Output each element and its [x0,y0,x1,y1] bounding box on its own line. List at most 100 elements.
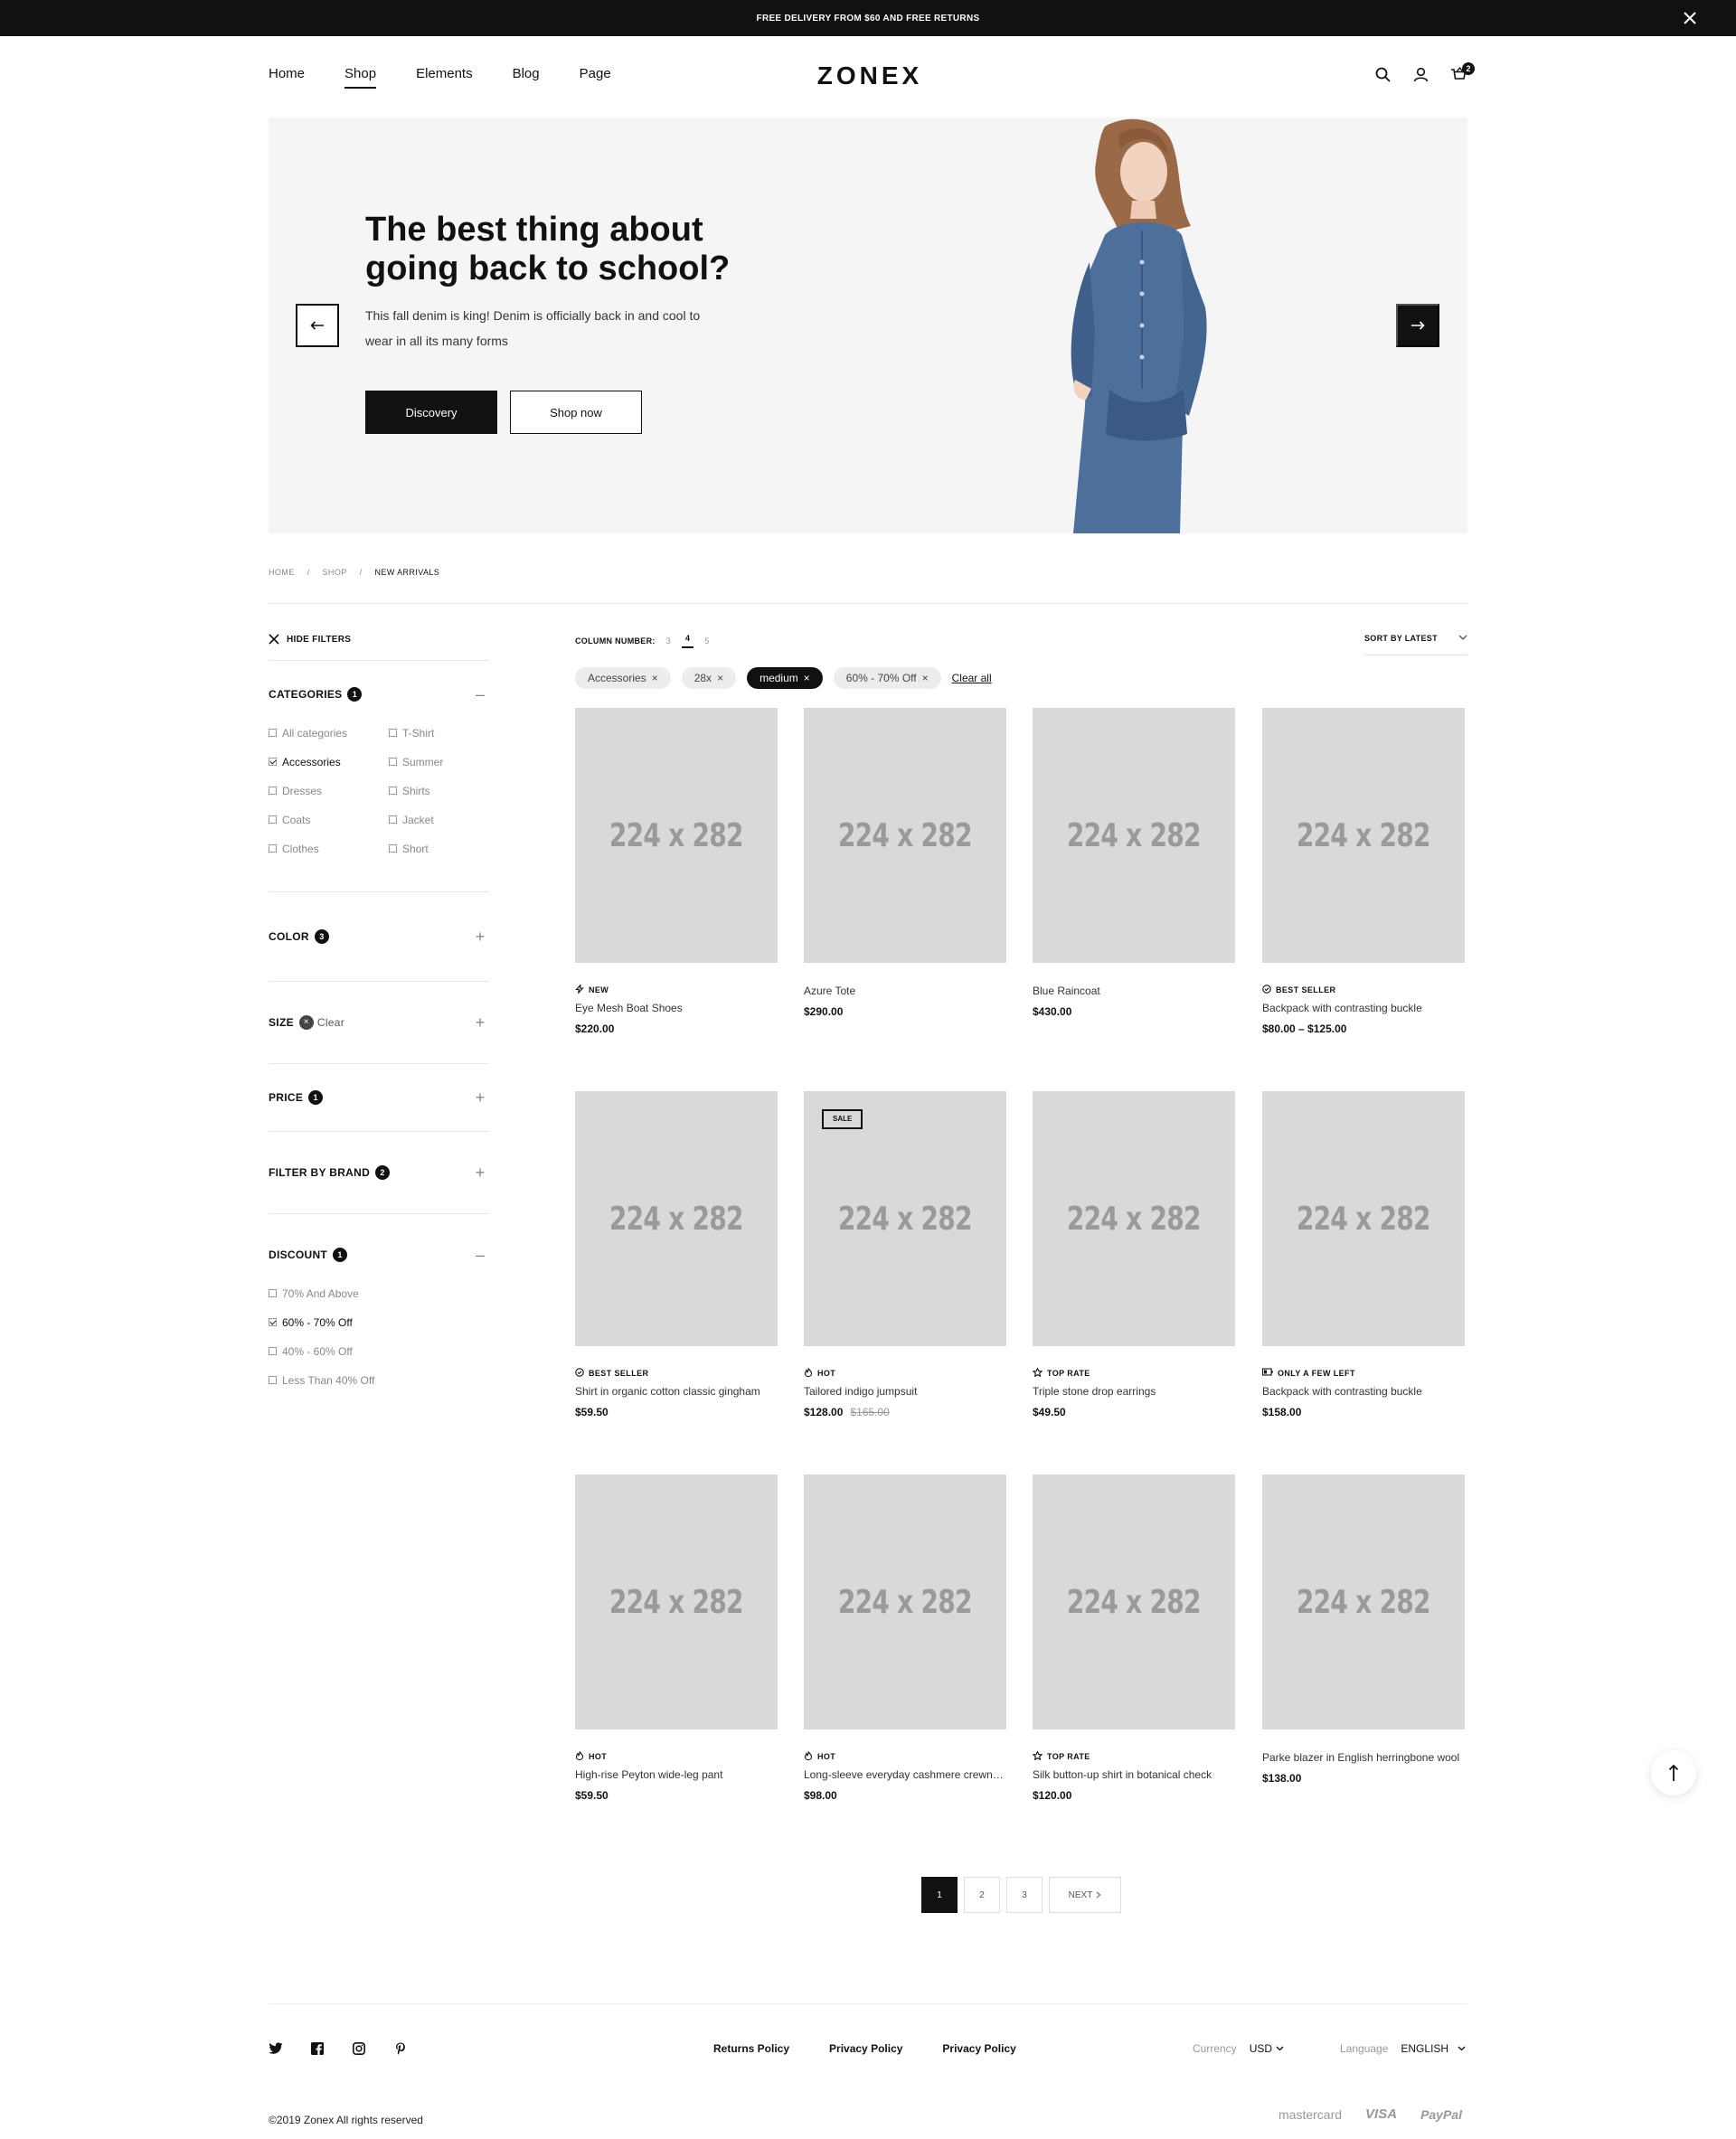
product-name[interactable]: Blue Raincoat [1033,985,1235,997]
product-image[interactable]: 224 x 282 [1262,1091,1465,1346]
product-name[interactable]: High-rise Peyton wide-leg pant [575,1768,778,1781]
column-option-5[interactable]: 5 [704,636,709,645]
category-checkbox[interactable]: Clothes [269,840,389,857]
back-to-top-button[interactable] [1651,1750,1696,1795]
footer-link-returns[interactable]: Returns Policy [713,2042,789,2055]
checkbox-icon[interactable] [389,758,397,766]
product-image[interactable]: 224 x 282 [575,708,778,963]
product-card[interactable]: 224 x 282 TOP RATE Triple stone drop earri… [1032,1091,1235,1418]
logo[interactable]: ZONEX [816,61,924,90]
close-icon[interactable]: × [922,672,929,684]
checkbox-icon[interactable] [269,729,277,737]
product-card[interactable]: 224 x 282 BEST SELLER Shirt in organic cot… [575,1091,778,1418]
user-icon[interactable] [1411,65,1429,83]
close-icon[interactable]: × [717,672,723,684]
discount-checkbox[interactable]: 70% And Above [269,1285,489,1302]
column-option-3[interactable]: 3 [666,636,671,645]
clear-all-link[interactable]: Clear all [952,672,992,684]
product-image[interactable]: 224 x 282 [1262,708,1465,963]
filter-chip[interactable]: 60% - 70% Off × [833,667,941,689]
checkbox-icon[interactable] [269,1347,277,1355]
checkbox-icon[interactable] [269,1289,277,1297]
product-image[interactable]: 224 x 282 [1033,708,1235,963]
product-name[interactable]: Tailored indigo jumpsuit [804,1385,1006,1398]
checkbox-icon[interactable] [389,815,397,824]
category-checkbox[interactable]: Dresses [269,782,389,799]
product-name[interactable]: Azure Tote [804,985,1006,997]
product-name[interactable]: Eye Mesh Boat Shoes [575,1002,778,1014]
nav-page[interactable]: Page [580,66,611,89]
checkbox-icon[interactable] [269,1318,277,1326]
size-clear-button[interactable]: × Clear [298,1015,344,1030]
discount-checkbox[interactable]: 60% - 70% Off [269,1314,489,1331]
collapse-icon[interactable]: – [471,1246,489,1265]
pinterest-icon[interactable] [393,2041,408,2056]
category-checkbox[interactable]: Short [389,840,488,857]
nav-shop[interactable]: Shop [344,66,377,89]
product-card[interactable]: 224 x 282 BEST SELLER Backpack with contra… [1262,708,1465,1035]
expand-icon[interactable]: + [471,1088,489,1107]
checkbox-icon[interactable] [389,844,397,853]
product-image[interactable]: 224 x 282 [804,708,1006,963]
category-checkbox[interactable]: Jacket [389,811,488,828]
collapse-icon[interactable]: – [471,685,489,704]
slider-prev-button[interactable] [296,304,339,347]
discovery-button[interactable]: Discovery [365,391,497,434]
filter-brand-header[interactable]: FILTER BY BRAND 2 + [269,1161,489,1184]
footer-link-privacy[interactable]: Privacy Policy [829,2042,902,2055]
product-image[interactable]: 224 x 282 [575,1475,778,1729]
product-image[interactable]: 224 x 282 [575,1091,778,1346]
nav-home[interactable]: Home [269,66,305,89]
product-card[interactable]: 224 x 282 TOP RATE Silk button-up shirt in… [1032,1475,1235,1802]
product-card[interactable]: 224 x 282 SALE HOT Tailored indigo jumpsuit… [804,1091,1006,1418]
filter-categories-header[interactable]: CATEGORIES 1 – [269,683,489,706]
language-dropdown[interactable]: ENGLISH [1401,2042,1466,2055]
checkbox-icon[interactable] [269,815,277,824]
column-option-4[interactable]: 4 [682,634,694,648]
breadcrumb-home[interactable]: HOME [269,568,295,577]
category-checkbox[interactable]: Summer [389,753,488,770]
page-button-2[interactable]: 2 [964,1877,1000,1913]
category-checkbox[interactable]: Coats [269,811,389,828]
footer-link-privacy-2[interactable]: Privacy Policy [942,2042,1015,2055]
product-image[interactable]: 224 x 282 SALE [804,1091,1006,1346]
close-icon[interactable] [1680,8,1700,28]
product-name[interactable]: Backpack with contrasting buckle [1262,1002,1465,1014]
slider-next-button[interactable] [1396,304,1439,347]
product-card[interactable]: 224 x 282 Azure Tote $290.00 [804,708,1006,1018]
checkbox-icon[interactable] [269,787,277,795]
product-name[interactable]: Shirt in organic cotton classic gingham [575,1385,778,1398]
discount-checkbox[interactable]: Less Than 40% Off [269,1371,489,1389]
product-name[interactable]: Silk button-up shirt in botanical check [1033,1768,1235,1781]
product-image[interactable]: 224 x 282 [804,1475,1006,1729]
filter-discount-header[interactable]: DISCOUNT 1 – [269,1243,489,1267]
product-name[interactable]: Parke blazer in English herringbone wool [1262,1751,1465,1764]
checkbox-icon[interactable] [389,787,397,795]
nav-elements[interactable]: Elements [416,66,473,89]
product-card[interactable]: 224 x 282 HOT High-rise Peyton wide-leg pa… [575,1475,778,1802]
category-checkbox[interactable]: Accessories [269,753,389,770]
category-checkbox[interactable]: Shirts [389,782,488,799]
close-icon[interactable]: × [804,672,810,684]
expand-icon[interactable]: + [471,1164,489,1183]
filter-color-header[interactable]: COLOR 3 + [269,925,489,948]
filter-chip[interactable]: Accessories × [575,667,671,689]
product-card[interactable]: 224 x 282 Parke blazer in English herring… [1262,1475,1465,1785]
expand-icon[interactable]: + [471,928,489,947]
page-button-3[interactable]: 3 [1006,1877,1043,1913]
product-name[interactable]: Long-sleeve everyday cashmere crewneck [804,1768,1006,1781]
instagram-icon[interactable] [352,2041,366,2056]
product-name[interactable]: Triple stone drop earrings [1033,1385,1235,1398]
twitter-icon[interactable] [269,2041,283,2056]
checkbox-icon[interactable] [269,758,277,766]
product-card[interactable]: 224 x 282 NEW Eye Mesh Boat Shoes $220.00 [575,708,778,1035]
close-icon[interactable]: × [652,672,658,684]
product-image[interactable]: 224 x 282 [1033,1475,1235,1729]
discount-checkbox[interactable]: 40% - 60% Off [269,1343,489,1360]
sort-dropdown[interactable]: SORT BY LATEST [1364,630,1467,655]
cart-icon[interactable]: 2 [1449,62,1475,83]
expand-icon[interactable]: + [471,1013,489,1032]
product-card[interactable]: 224 x 282 HOT Long-sleeve everyday cashmer… [804,1475,1006,1802]
shop-now-button[interactable]: Shop now [510,391,642,434]
checkbox-icon[interactable] [269,844,277,853]
